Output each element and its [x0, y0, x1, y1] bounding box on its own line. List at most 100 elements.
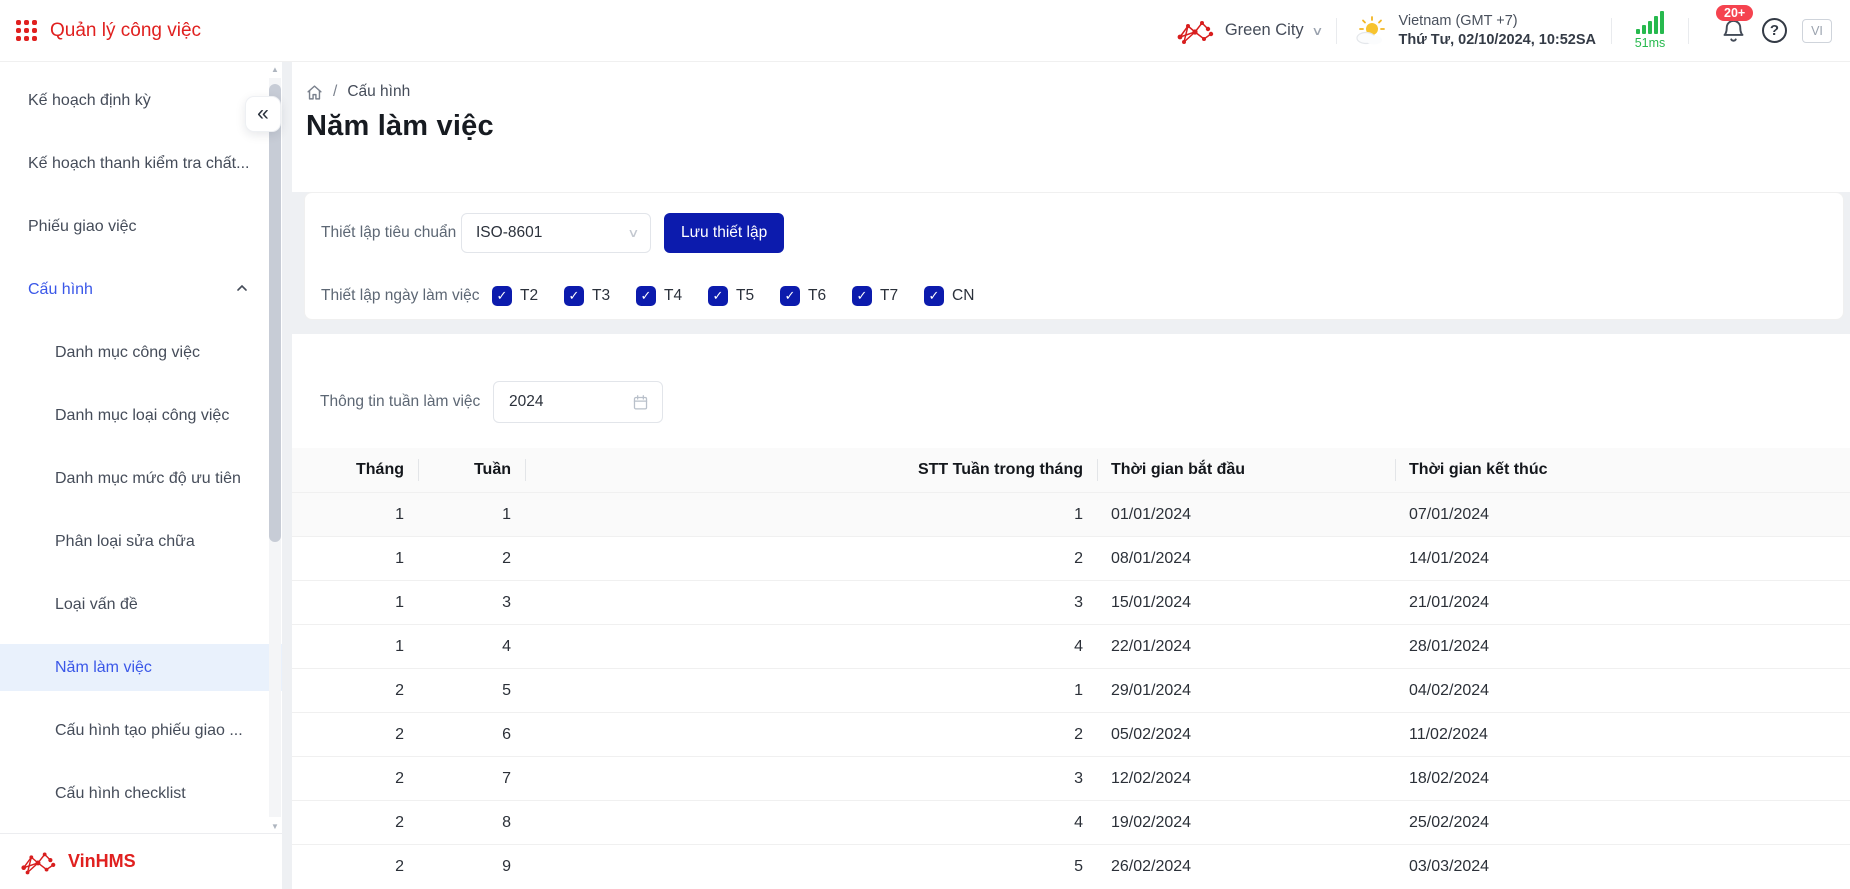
- home-icon[interactable]: [306, 84, 323, 101]
- org-name: Green City: [1225, 21, 1304, 40]
- sidebar: Kế hoạch định kỳ Kế hoạch thanh kiểm tra …: [0, 62, 282, 889]
- table-cell: 4: [418, 625, 525, 669]
- table-cell: 08/01/2024: [1097, 537, 1395, 581]
- chevron-down-icon: ∨: [1311, 24, 1323, 38]
- sidebar-footer: VinHMS: [0, 833, 282, 889]
- workdays-setting-row: Thiết lập ngày làm việc T2T3T4T5T6T7CN: [321, 286, 1843, 306]
- table-cell: 18/02/2024: [1395, 757, 1850, 801]
- help-button[interactable]: ?: [1762, 18, 1787, 43]
- table-cell: 2: [292, 713, 418, 757]
- table-cell: 01/01/2024: [1097, 493, 1395, 537]
- language-label: VI: [1811, 24, 1823, 38]
- table-cell: 1: [292, 493, 418, 537]
- year-value: 2024: [509, 393, 543, 411]
- standard-setting-row: Thiết lập tiêu chuẩn ISO-8601 ∨ Lưu thiế…: [321, 213, 1843, 253]
- divider: [1336, 18, 1337, 44]
- sidebar-item[interactable]: Danh mục mức độ ưu tiên: [0, 447, 282, 510]
- sidebar-scrollbar-thumb[interactable]: [269, 84, 281, 542]
- sidebar-item[interactable]: Kế hoạch thanh kiểm tra chất...: [0, 132, 282, 195]
- sidebar-item[interactable]: Loại vấn đề: [0, 573, 282, 636]
- sidebar-item[interactable]: Phân loại sửa chữa: [0, 510, 282, 573]
- language-button[interactable]: VI: [1802, 19, 1832, 43]
- table-column-header: Thời gian kết thúc: [1395, 448, 1850, 492]
- year-picker[interactable]: 2024: [493, 381, 663, 423]
- workday-checkbox[interactable]: T3: [564, 286, 636, 306]
- workday-checkbox[interactable]: T7: [852, 286, 924, 306]
- workday-checkbox[interactable]: CN: [924, 286, 996, 306]
- org-logo-icon: [1174, 17, 1216, 45]
- table-row: 13315/01/202421/01/2024: [292, 580, 1850, 624]
- settings-card: Thiết lập tiêu chuẩn ISO-8601 ∨ Lưu thiế…: [304, 192, 1844, 320]
- sidebar-item[interactable]: Phiếu giao việc: [0, 195, 282, 258]
- network-status: 51ms: [1627, 11, 1673, 50]
- scroll-down-arrow[interactable]: ▼: [269, 822, 281, 831]
- app-grid-icon[interactable]: [16, 20, 37, 41]
- table-row: 28419/02/202425/02/2024: [292, 800, 1850, 844]
- table-row: 26205/02/202411/02/2024: [292, 712, 1850, 756]
- sidebar-item[interactable]: Cấu hình checklist: [0, 762, 282, 825]
- checkbox-checked-icon: [780, 286, 800, 306]
- save-settings-button[interactable]: Lưu thiết lập: [664, 213, 784, 253]
- workday-checkbox[interactable]: T2: [492, 286, 564, 306]
- table-cell: 1: [418, 493, 525, 537]
- sidebar-item[interactable]: Cấu hình tạo phiếu giao ...: [0, 699, 282, 762]
- sidebar-item[interactable]: Danh mục công việc: [0, 321, 282, 384]
- standard-select[interactable]: ISO-8601 ∨: [461, 213, 651, 253]
- sidebar-item-label: Năm làm việc: [55, 659, 152, 677]
- signal-bars-icon: [1636, 11, 1664, 34]
- table-cell: 4: [525, 625, 1097, 669]
- table-cell: 9: [418, 845, 525, 889]
- table-cell: 2: [292, 845, 418, 889]
- table-cell: 3: [525, 581, 1097, 625]
- table-cell: 4: [525, 801, 1097, 845]
- table-row: 27312/02/202418/02/2024: [292, 756, 1850, 800]
- table-cell: 7: [418, 757, 525, 801]
- breadcrumb-current[interactable]: Cấu hình: [347, 83, 410, 101]
- table-cell: 2: [292, 801, 418, 845]
- sidebar-item-label: Phân loại sửa chữa: [55, 533, 195, 551]
- table-cell: 12/02/2024: [1097, 757, 1395, 801]
- table-cell: 22/01/2024: [1097, 625, 1395, 669]
- brand-name: VinHMS: [68, 851, 136, 872]
- sidebar-item-label: Danh mục loại công việc: [55, 407, 229, 425]
- sidebar-item[interactable]: Cấu hình: [0, 258, 282, 321]
- scroll-up-arrow[interactable]: ▲: [269, 65, 281, 74]
- weeks-table: ThángTuầnSTT Tuần trong thángThời gian b…: [292, 448, 1850, 888]
- workday-label: T6: [808, 287, 826, 305]
- sidebar-item-label: Kế hoạch định kỳ: [28, 92, 151, 110]
- vinhms-logo-icon: [18, 848, 58, 876]
- sidebar-item[interactable]: Năm làm việc: [0, 636, 282, 699]
- workday-checkbox[interactable]: T4: [636, 286, 708, 306]
- table-cell: 5: [525, 845, 1097, 889]
- checkbox-checked-icon: [708, 286, 728, 306]
- chevron-up-icon: [236, 281, 248, 299]
- table-column-header: Tuần: [418, 448, 525, 492]
- table-cell: 19/02/2024: [1097, 801, 1395, 845]
- week-info-section: Thông tin tuần làm việc 2024 T: [292, 334, 1850, 889]
- layout-shell: Kế hoạch định kỳ Kế hoạch thanh kiểm tra …: [0, 62, 1850, 889]
- table-cell: 14/01/2024: [1395, 537, 1850, 581]
- sidebar-item[interactable]: Kế hoạch định kỳ: [0, 69, 282, 132]
- sidebar-item-label: Cấu hình checklist: [55, 785, 186, 803]
- notifications-button[interactable]: 20+: [1720, 16, 1747, 46]
- table-cell: 1: [292, 537, 418, 581]
- table-cell: 05/02/2024: [1097, 713, 1395, 757]
- table-cell: 2: [525, 713, 1097, 757]
- workday-label: T2: [520, 287, 538, 305]
- workday-label: T4: [664, 287, 682, 305]
- table-cell: 2: [292, 669, 418, 713]
- sidebar-item[interactable]: Danh mục loại công việc: [0, 384, 282, 447]
- app-title: Quản lý công việc: [50, 20, 201, 42]
- checkbox-checked-icon: [564, 286, 584, 306]
- workday-checkbox[interactable]: T6: [780, 286, 852, 306]
- workday-checkbox[interactable]: T5: [708, 286, 780, 306]
- title-section: / Cấu hình Năm làm việc: [292, 62, 1850, 192]
- workday-label: CN: [952, 287, 974, 305]
- table-cell: 21/01/2024: [1395, 581, 1850, 625]
- org-switcher[interactable]: Green City ∨: [1174, 17, 1322, 45]
- divider: [1611, 18, 1612, 44]
- datetime-label: Thứ Tư, 02/10/2024, 10:52SA: [1398, 31, 1596, 50]
- checkbox-checked-icon: [924, 286, 944, 306]
- table-cell: 2: [418, 537, 525, 581]
- sidebar-collapse-button[interactable]: «: [245, 96, 281, 132]
